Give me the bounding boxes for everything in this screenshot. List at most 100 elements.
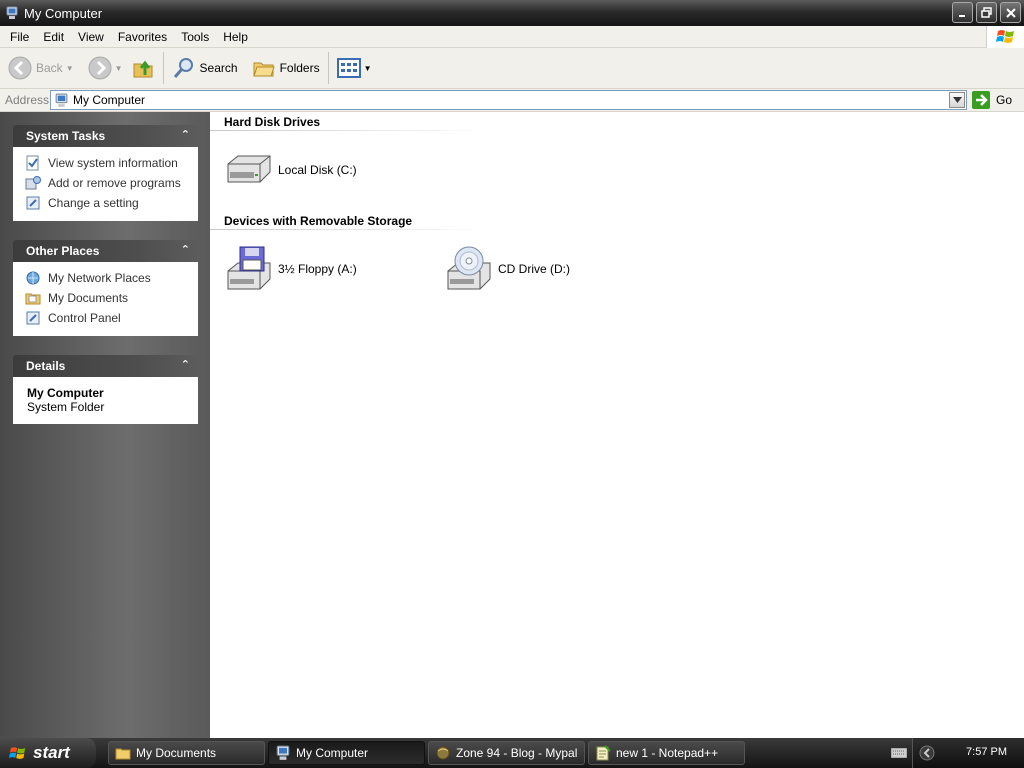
taskbar-item-my-computer[interactable]: My Computer [268,741,425,765]
other-places-header[interactable]: Other Places ⌃ [13,240,198,262]
taskbar: start My Documents My Computer Zone 94 -… [0,738,1024,768]
back-button[interactable]: Back ▼ [4,50,78,86]
minimize-icon [958,14,965,17]
search-button[interactable]: Search [168,50,242,86]
restore-button[interactable] [976,2,997,23]
folders-button[interactable]: Folders [248,50,324,86]
menu-bar: File Edit View Favorites Tools Help [0,26,1024,48]
go-button[interactable]: Go [972,91,1012,109]
place-label: My Documents [48,291,129,305]
views-button[interactable]: ▼ [333,50,376,86]
start-button[interactable]: start [0,738,96,768]
my-computer-icon [6,6,18,19]
window-title: My Computer [24,5,103,21]
menu-tools[interactable]: Tools [174,26,216,48]
taskbar-item-label: My Documents [136,746,217,760]
my-documents-icon [25,293,41,305]
details-item-type: System Folder [27,400,105,414]
menu-favorites[interactable]: Favorites [111,26,174,48]
system-tasks-header[interactable]: System Tasks ⌃ [13,125,198,147]
drive-label: Local Disk (C:) [278,163,357,177]
minimize-button[interactable] [952,2,973,23]
system-tasks-title: System Tasks [26,129,106,143]
menu-help[interactable]: Help [216,26,255,48]
drive-label: CD Drive (D:) [498,262,570,276]
windows-logo [986,26,1024,48]
clock[interactable]: 7:57 PM [966,746,1007,758]
views-dropdown-icon[interactable]: ▼ [364,64,372,73]
cd-drive-icon [447,246,491,290]
place-label: Control Panel [48,311,121,325]
place-my-network-places[interactable]: My Network Places [25,268,198,288]
back-label: Back [36,61,63,75]
place-label: My Network Places [48,271,151,285]
back-dropdown-icon[interactable]: ▼ [66,64,74,73]
forward-button[interactable]: ▼ [84,50,127,86]
address-dropdown-button[interactable] [949,92,965,108]
my-computer-icon [276,745,290,760]
toolbar-separator [327,52,329,84]
drive-local-disk-c[interactable]: Local Disk (C:) [224,150,357,190]
up-folder-icon [133,60,153,78]
address-value: My Computer [73,93,146,107]
toolbar: Back ▼ ▼ Search Folders ▼ [0,48,1024,89]
search-icon [173,58,193,78]
notepad-icon [596,745,611,761]
details-body: My Computer System Folder [13,377,198,424]
add-remove-programs-icon [25,176,41,190]
back-arrow-icon [8,56,32,80]
address-bar: Address My Computer Go [0,89,1024,112]
details-header[interactable]: Details ⌃ [13,355,198,377]
menu-view[interactable]: View [71,26,111,48]
place-control-panel[interactable]: Control Panel [25,308,198,328]
up-folder-button[interactable] [127,50,159,86]
folders-label: Folders [279,61,320,75]
chevron-down-icon [952,97,962,103]
keyboard-icon[interactable] [891,748,907,758]
show-hidden-icons-button-icon[interactable] [919,745,935,761]
group-divider [210,229,490,230]
group-title-hard-disk-drives: Hard Disk Drives [224,115,321,129]
task-label: Change a setting [48,196,139,210]
collapse-chevron-icon[interactable]: ⌃ [181,243,190,256]
drive-floppy-a[interactable]: 3½ Floppy (A:) [224,245,357,293]
menu-edit[interactable]: Edit [36,26,71,48]
floppy-drive-icon [227,246,271,290]
collapse-chevron-icon[interactable]: ⌃ [181,358,190,371]
views-icon [336,58,361,78]
details-panel: Details ⌃ My Computer System Folder [13,355,198,424]
task-change-setting[interactable]: Change a setting [25,193,198,213]
address-input[interactable]: My Computer [50,90,967,110]
windows-flag-icon [9,746,26,759]
folder-icon [115,748,131,760]
close-icon [1005,7,1016,18]
control-panel-icon [26,196,40,210]
task-view-system-information[interactable]: View system information [25,153,198,173]
system-information-icon [26,155,39,171]
close-button[interactable] [1000,2,1021,23]
address-label: Address [5,93,50,107]
system-tasks-panel: System Tasks ⌃ View system information A… [13,125,198,221]
taskbar-item-notepad-plus-plus[interactable]: new 1 - Notepad++ [588,741,745,765]
forward-dropdown-icon[interactable]: ▼ [115,64,123,73]
menu-file[interactable]: File [0,26,36,48]
task-add-remove-programs[interactable]: Add or remove programs [25,173,198,193]
go-arrow-icon [972,91,990,109]
task-pane: System Tasks ⌃ View system information A… [0,112,210,738]
title-bar: My Computer [0,0,1024,26]
taskbar-item-mypal[interactable]: Zone 94 - Blog - Mypal [428,741,585,765]
task-label: Add or remove programs [48,176,181,190]
task-label: View system information [48,156,178,170]
search-label: Search [199,61,238,75]
control-panel-icon [26,311,40,325]
content-area: Hard Disk Drives Local Disk (C:) Devices… [210,112,1024,738]
system-tasks-list: View system information Add or remove pr… [13,147,198,221]
place-my-documents[interactable]: My Documents [25,288,198,308]
other-places-title: Other Places [26,244,100,258]
my-computer-icon [55,93,68,107]
taskbar-item-my-documents[interactable]: My Documents [108,741,265,765]
forward-arrow-icon [88,56,112,80]
taskbar-item-label: My Computer [296,746,369,760]
drive-cd-d[interactable]: CD Drive (D:) [444,245,570,293]
collapse-chevron-icon[interactable]: ⌃ [181,128,190,141]
